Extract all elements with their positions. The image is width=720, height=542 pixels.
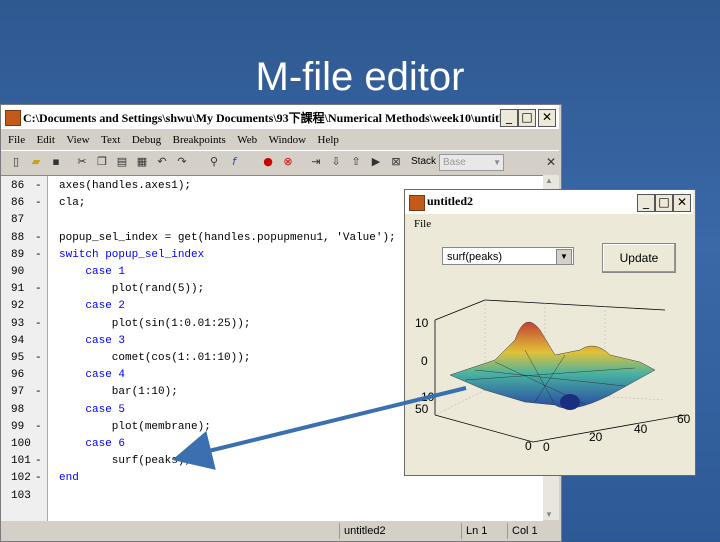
annotation-arrow — [172, 386, 467, 470]
